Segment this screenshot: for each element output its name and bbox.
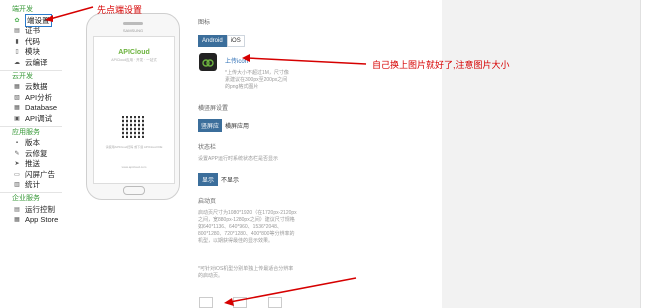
arrowhead-1 <box>45 15 53 22</box>
arrow-to-launch <box>229 277 357 303</box>
annotation-note-2: 自己换上图片就好了,注意图片大小 <box>372 60 510 70</box>
arrowhead-3 <box>224 298 234 306</box>
annotation-arrows <box>45 6 367 306</box>
arrow-to-settings <box>49 6 94 20</box>
page-scrollbar[interactable] <box>640 0 650 308</box>
arrow-to-icon <box>246 57 367 65</box>
annotation-note-1: 先点端设置 <box>97 5 143 15</box>
arrowhead-2 <box>242 54 250 62</box>
